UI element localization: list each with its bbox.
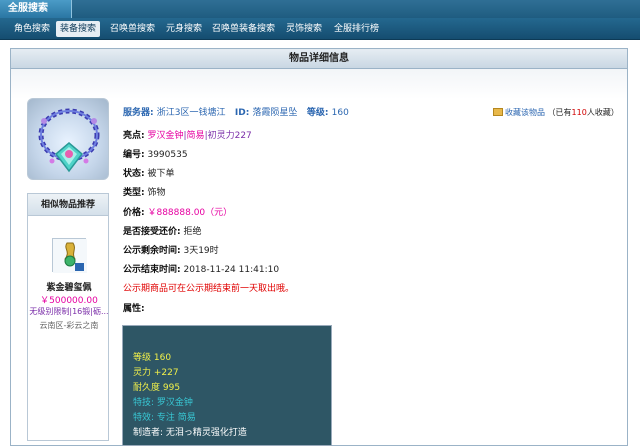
nav-ranking[interactable]: 全服排行榜: [330, 21, 383, 37]
jade-pendant-icon: [53, 239, 87, 273]
highlight-effect: 简易: [186, 131, 205, 141]
nav-summon-search[interactable]: 召唤兽搜索: [106, 21, 159, 37]
favorite-suffix: 人收藏）: [586, 108, 619, 117]
notice-text: 公示期商品可在公示期结束前一天取出哦。: [123, 284, 295, 294]
similar-item-icon[interactable]: [52, 238, 87, 273]
server-label: 服务器:: [123, 108, 154, 118]
attr-spirit: 灵力 +227: [133, 368, 179, 378]
item-header-info: 服务器: 浙江3区一钱塘江 ID: 落霞陨星坠 等级: 160: [123, 106, 349, 120]
attr-durability: 耐久度 995: [133, 383, 181, 393]
server-value: 浙江3区一钱塘江: [156, 108, 226, 118]
remain-row: 公示剩余时间: 3天19时: [123, 244, 219, 258]
attr-level: 等级 160: [133, 353, 172, 363]
favorite-area: 收藏该物品 （已有110人收藏）: [493, 106, 619, 120]
highlight-spirit: 初灵力227: [207, 131, 252, 141]
type-label: 类型:: [123, 188, 145, 198]
price-row: 价格: ￥888888.00（元）: [123, 206, 232, 220]
item-image: [27, 98, 109, 180]
bargain-label: 是否接受还价:: [123, 227, 181, 237]
pendant-icon: [38, 108, 100, 173]
nav-summon-equipment-search[interactable]: 召唤兽装备搜索: [208, 21, 279, 37]
remain-label: 公示剩余时间:: [123, 246, 181, 256]
id-label: ID:: [234, 108, 250, 118]
attributes-box: 等级 160 灵力 +227 耐久度 995 特技: 罗汉金钟 特效: 专注 简…: [122, 325, 332, 446]
code-label: 编号:: [123, 150, 145, 160]
favorite-link[interactable]: 收藏该物品: [505, 108, 545, 117]
nav-yuanshen-search[interactable]: 元身搜索: [162, 21, 206, 37]
highlight-skill: 罗汉金钟: [147, 131, 184, 141]
end-value: 2018-11-24 11:41:10: [183, 265, 280, 275]
code-row: 编号: 3990535: [123, 148, 188, 162]
nav-lingshi-search[interactable]: 灵饰搜索: [282, 21, 326, 37]
type-row: 类型: 饰物: [123, 186, 166, 200]
favorite-prefix: （已有: [547, 108, 572, 117]
highlight-row: 亮点: 罗汉金钟|简易|初灵力227: [123, 129, 252, 143]
nav-role-search[interactable]: 角色搜索: [10, 21, 54, 37]
end-row: 公示结束时间: 2018-11-24 11:41:10: [123, 263, 279, 277]
price-value: ￥888888.00（元）: [147, 208, 233, 218]
folder-icon: [493, 108, 503, 116]
similar-item-server: 云南区-彩云之南: [39, 321, 99, 330]
highlight-label: 亮点:: [123, 131, 145, 141]
bargain-row: 是否接受还价: 拒绝: [123, 225, 202, 239]
panel-title: 物品详细信息: [11, 49, 627, 69]
status-row: 状态: 被下单: [123, 167, 175, 181]
price-label: 价格:: [123, 208, 145, 218]
nav-bar: 角色搜索 装备搜索 召唤兽搜索 元身搜索 召唤兽装备搜索 灵饰搜索 全服排行榜: [0, 18, 640, 40]
code-value: 3990535: [147, 150, 188, 160]
attr-skill: 特技: 罗汉金钟: [133, 398, 193, 408]
favorite-count: 110: [571, 108, 587, 117]
similar-item-name[interactable]: 紫金碧玺佩: [28, 280, 110, 293]
attr-label: 属性:: [123, 304, 145, 314]
bargain-value: 拒绝: [183, 227, 202, 237]
end-label: 公示结束时间:: [123, 265, 181, 275]
level-label: 等级:: [306, 108, 329, 118]
attr-row: 属性:: [123, 302, 145, 316]
top-title-tab[interactable]: 全服搜索: [0, 0, 72, 18]
similar-item-tags: 无级别限制|16锻|砺...: [29, 307, 109, 316]
type-value: 饰物: [147, 188, 166, 198]
level-value: 160: [331, 108, 349, 118]
similar-items-title: 相似物品推荐: [28, 194, 108, 216]
similar-item-price: ￥500000.00: [40, 296, 98, 306]
top-bar: 全服搜索: [0, 0, 640, 18]
content-area: 物品详细信息 相似物品推荐 紫金碧玺佩 ￥500000.00 无级别限制|16锻…: [0, 40, 640, 446]
nav-equipment-search[interactable]: 装备搜索: [56, 21, 101, 37]
panel-header-strip: [11, 69, 627, 99]
attr-maker: 制造者: 无泪っ精灵强化打造: [133, 428, 247, 438]
remain-value: 3天19时: [183, 246, 219, 256]
similar-items-box: 相似物品推荐 紫金碧玺佩 ￥500000.00 无级别限制|16锻|砺... 云…: [27, 193, 109, 441]
status-value: 被下单: [147, 169, 175, 179]
attr-effect: 特效: 专注 简易: [133, 413, 196, 423]
id-value: 落霞陨星坠: [252, 108, 298, 118]
status-label: 状态:: [123, 169, 145, 179]
